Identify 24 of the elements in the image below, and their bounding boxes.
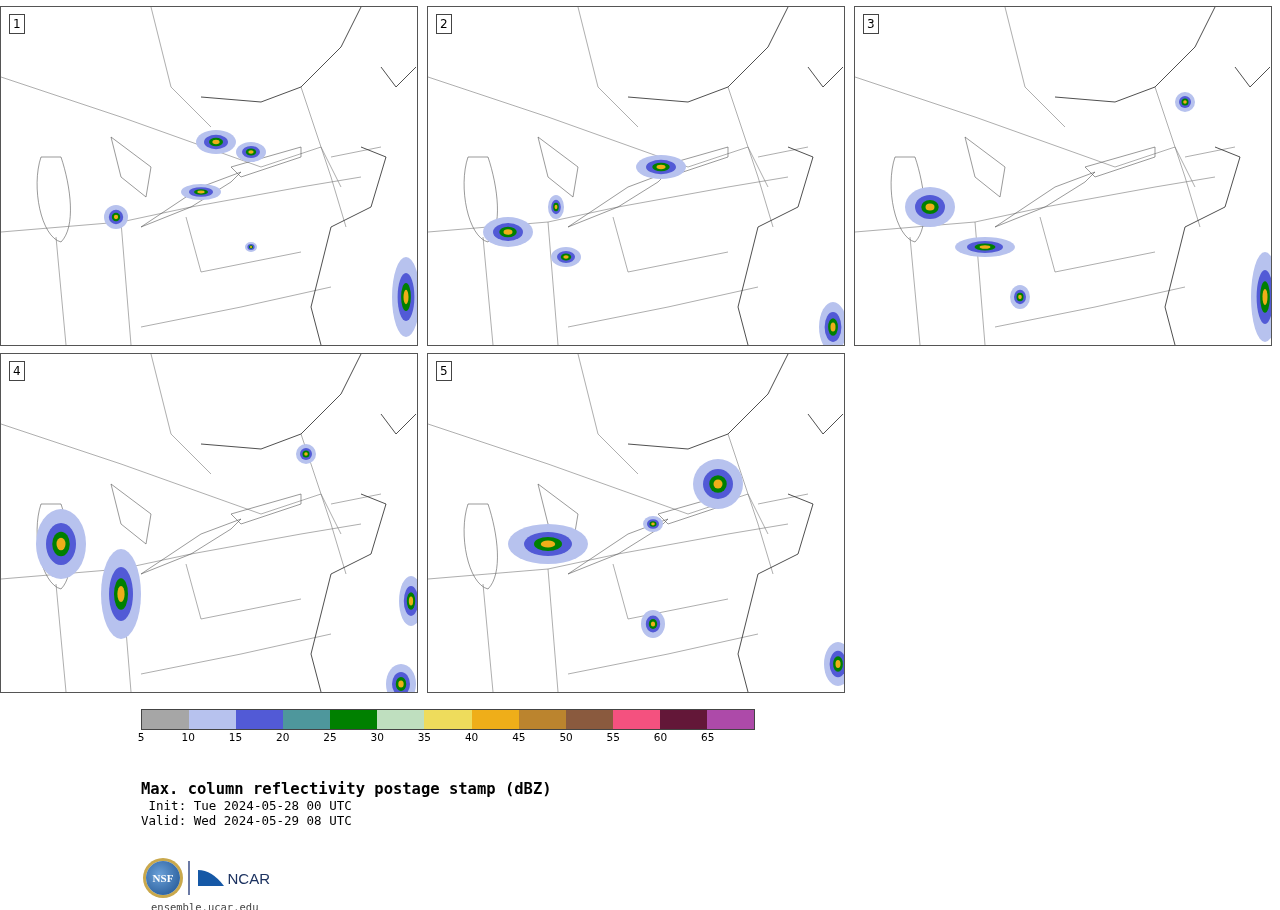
panel-number: 2: [436, 14, 452, 34]
panel-number: 5: [436, 361, 452, 381]
logo-text: NSF: [152, 872, 174, 884]
tick-label: 45: [512, 731, 526, 743]
tick-label: 25: [323, 731, 337, 743]
tick-label: 60: [653, 731, 668, 743]
chart-title: Max. column reflectivity postage stamp (dBZ): [141, 780, 553, 798]
valid-time: Valid: Wed 2024-05-29 08 UTC: [141, 813, 353, 828]
swoosh-icon: [197, 868, 224, 888]
tick-label: 20: [276, 731, 290, 743]
panel-number: 1: [9, 14, 25, 34]
tick-label: 65: [701, 731, 715, 743]
ncar-logo-text: NCAR: [227, 869, 270, 887]
tick-label: 40: [464, 731, 479, 743]
tick-label: 5: [137, 731, 145, 743]
tick-label: 50: [559, 731, 573, 743]
panel-number: 3: [863, 14, 879, 34]
panel-number: 4: [9, 361, 25, 381]
tick-label: 15: [228, 731, 243, 743]
tick-label: 10: [181, 731, 195, 743]
tick-label: 55: [606, 731, 620, 743]
tick-label: 35: [417, 731, 432, 743]
tick-label: 30: [370, 731, 384, 743]
init-time: Init: Tue 2024-05-28 00 UTC: [147, 798, 353, 813]
